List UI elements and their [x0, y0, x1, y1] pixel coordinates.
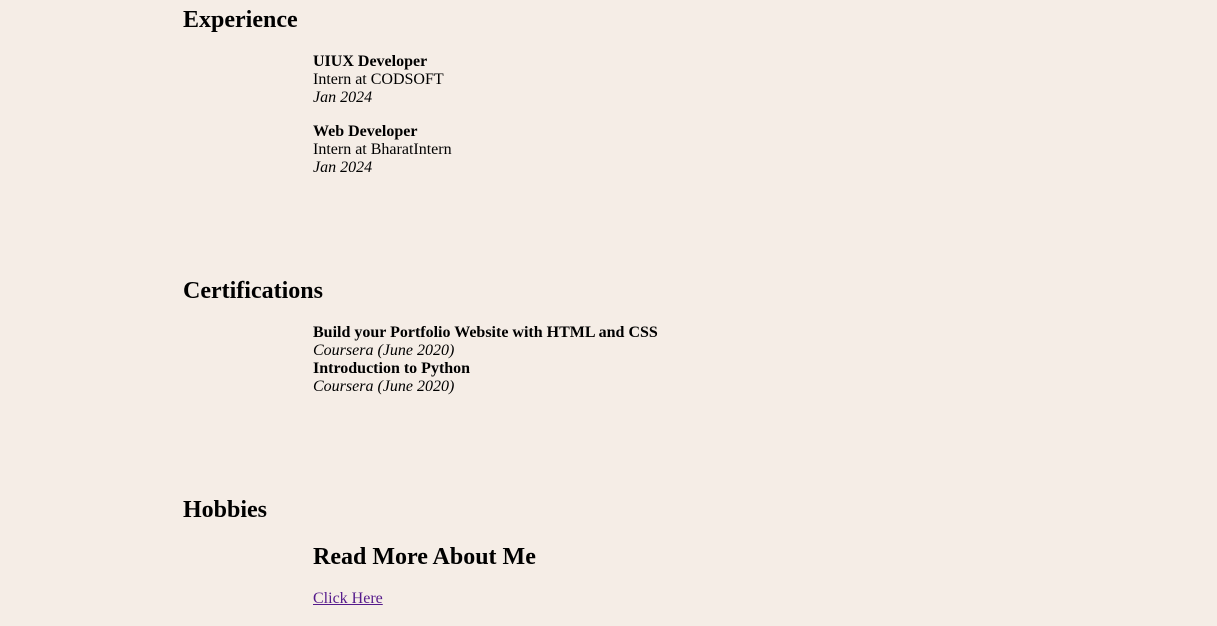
job-date: Jan 2024 — [313, 159, 373, 176]
job-title: Web Developer — [313, 123, 418, 140]
experience-item: UIUX Developer Intern at CODSOFT Jan 202… — [313, 53, 444, 107]
click-here-link[interactable]: Click Here — [313, 590, 383, 608]
job-title: UIUX Developer — [313, 53, 428, 70]
certifications-list: Build your Portfolio Website with HTML a… — [313, 324, 658, 396]
job-date: Jan 2024 — [313, 89, 373, 106]
hobbies-heading: Hobbies — [183, 497, 268, 523]
experience-heading: Experience — [183, 7, 298, 33]
read-more-heading: Read More About Me — [313, 544, 536, 570]
cert-title: Introduction to Python — [313, 360, 471, 377]
certifications-heading: Certifications — [183, 278, 323, 304]
cert-issuer: Coursera (June 2020) — [313, 378, 455, 395]
job-org: Intern at CODSOFT — [313, 71, 444, 88]
experience-item: Web Developer Intern at BharatIntern Jan… — [313, 123, 452, 177]
job-org: Intern at BharatIntern — [313, 141, 452, 158]
cert-title: Build your Portfolio Website with HTML a… — [313, 324, 658, 341]
cert-issuer: Coursera (June 2020) — [313, 342, 455, 359]
